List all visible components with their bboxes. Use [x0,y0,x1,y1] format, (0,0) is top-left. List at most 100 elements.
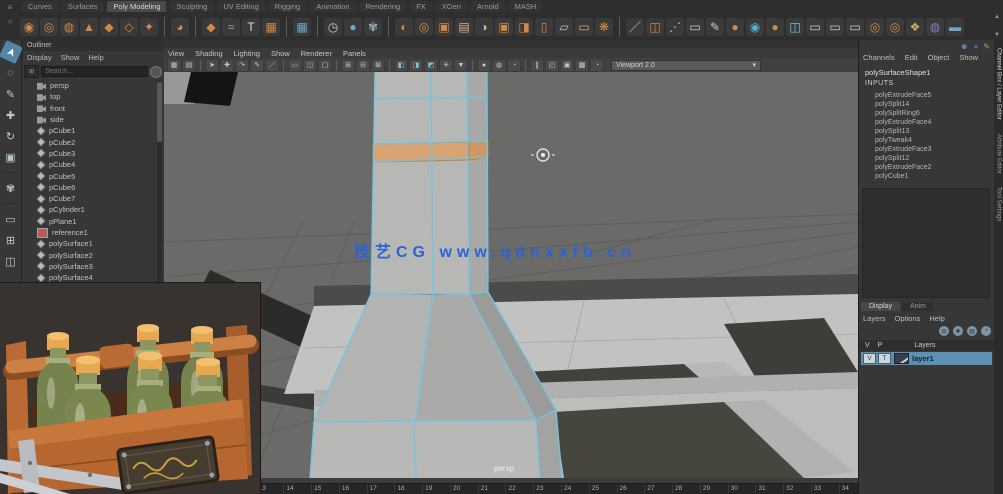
grid-toggle-icon[interactable]: ▦ [167,59,181,72]
shelf-tab-surfaces[interactable]: Surfaces [62,1,104,12]
outliner-menu-show[interactable]: Show [61,53,80,62]
shelf-cube-icon[interactable]: ▣ [435,18,453,36]
side-tab-attribute-editor[interactable]: Attribute Editor [996,134,1002,174]
history-node-polyextrudeface3[interactable]: polyExtrudeFace3 [859,145,987,154]
bookmark-icon[interactable]: ◫ [303,59,317,72]
outliner-item-polysurface1[interactable]: polySurface1 [24,238,155,249]
shelf-pencil-box-icon[interactable]: ✎ [706,18,724,36]
pane-layout-icon[interactable]: ⊠ [371,59,385,72]
lights-icon[interactable]: ☀ [439,59,453,72]
outliner-item-pcylinder1[interactable]: pCylinder1 [24,204,155,215]
shelf-character-icon[interactable]: ✾ [364,18,382,36]
shelf-teal-ring-icon[interactable]: ◉ [746,18,764,36]
rotate-tool[interactable]: ↻ [2,127,20,145]
viewport-menu-show[interactable]: Show [271,49,290,58]
menu-collapse-icon[interactable]: ≡○ [2,3,18,37]
outliner-item-polysurface2[interactable]: polySurface2 [24,249,155,260]
shelf-panel2-icon[interactable]: ▭ [826,18,844,36]
history-node-polysplit14[interactable]: polySplit14 [859,100,987,109]
shelf-plane-icon[interactable]: ◇ [120,18,138,36]
outliner-item-pcube7[interactable]: pCube7 [24,193,155,204]
shelf-flower-icon[interactable]: ❋ [595,18,613,36]
shelf-scroll[interactable]: ▲ ▼ [992,14,1002,38]
film-gate-icon[interactable]: ▤ [182,59,196,72]
exposure-icon[interactable]: ◔ [507,59,521,72]
outliner-item-polysurface4[interactable]: polySurface4 [24,272,155,283]
history-node-polyextrudeface2[interactable]: polyExtrudeFace2 [859,163,987,172]
scene-3d[interactable]: 技艺CG www.qdnxxfb.cn persp [164,72,858,478]
outliner-title[interactable]: Outliner [22,40,169,51]
frame-tick-21[interactable]: 21 [478,484,488,493]
shelf-measure-icon[interactable]: ◷ [324,18,342,36]
ao-icon[interactable]: ▣ [560,59,574,72]
wireframe-icon[interactable]: ◧ [394,59,408,72]
history-node-polysplit13[interactable]: polySplit13 [859,127,987,136]
history-node-polycube1[interactable]: polyCube1 [859,172,987,181]
layout-two[interactable]: ◫ [2,252,20,270]
outliner-item-persp[interactable]: persp [24,80,155,91]
frame-tick-33[interactable]: 33 [811,484,821,493]
frame-tick-24[interactable]: 24 [561,484,571,493]
layer-options-button[interactable]: ◔ [981,326,991,336]
layer-menu-layers[interactable]: Layers [863,314,886,323]
paint-select-tool[interactable]: ✎ [2,85,20,103]
shelf-type-text-icon[interactable]: T [242,18,260,36]
shelf-platonic-icon[interactable]: ✦ [140,18,158,36]
outliner-item-pplane1[interactable]: pPlane1 [24,216,155,227]
frame-tick-14[interactable]: 14 [283,484,293,493]
shelf-orange-ball2-icon[interactable]: ● [766,18,784,36]
scroll-down-icon[interactable]: ▼ [994,32,1000,38]
snap-grid-icon[interactable]: ✚ [220,59,234,72]
aa-icon[interactable]: ▩ [575,59,589,72]
renderer-sphere-icon[interactable]: ◔ [590,59,604,72]
outliner-search-input[interactable] [41,66,148,77]
channel-box-menu-channels[interactable]: Channels [863,53,895,62]
single-pane-icon[interactable]: ⊞ [341,59,355,72]
outliner-item-reference1[interactable]: reference1 [24,227,155,238]
shelf-gem-icon[interactable]: ❖ [906,18,924,36]
shelf-polycube-icon[interactable]: ◍ [60,18,78,36]
shelf-paint-icon[interactable]: ● [344,18,362,36]
shelf-ring-icon[interactable]: ◎ [415,18,433,36]
shelf-window-icon[interactable]: ▬ [946,18,964,36]
history-node-polysplitring6[interactable]: polySplitRing6 [859,109,987,118]
shelf-tab-mash[interactable]: MASH [509,1,543,12]
shelf-cone-icon[interactable]: ▲ [80,18,98,36]
viewport-menu-view[interactable]: View [168,49,184,58]
scale-tool[interactable]: ▣ [2,148,20,166]
outliner-item-side[interactable]: side [24,114,155,125]
scroll-up-icon[interactable]: ▲ [994,14,1000,20]
channel-box-object-name[interactable]: polySurfaceShape1 [865,68,930,77]
outliner-item-pcube6[interactable]: pCube6 [24,182,155,193]
frame-tick-19[interactable]: 19 [422,484,432,493]
snap-plane-icon[interactable]: ／ [265,59,279,72]
layer-tab-display[interactable]: Display [861,302,900,311]
four-pane-icon[interactable]: ⊟ [356,59,370,72]
shelf-split-icon[interactable]: ◫ [786,18,804,36]
shelf-donut2-icon[interactable]: ◎ [886,18,904,36]
shelf-quad-draw-icon[interactable]: ◆ [202,18,220,36]
select-mode-icon[interactable]: ➤ [205,59,219,72]
textured-icon[interactable]: ◩ [424,59,438,72]
shelf-book-icon[interactable]: ◫ [646,18,664,36]
shelf-page-icon[interactable]: ▯ [535,18,553,36]
shelf-screen-icon[interactable]: ▭ [686,18,704,36]
viewport-menu-panels[interactable]: Panels [343,49,366,58]
layer-menu-help[interactable]: Help [929,314,944,323]
shelf-tab-arnold[interactable]: Arnold [471,1,505,12]
manip-icon[interactable]: ◰ [545,59,559,72]
snap-point-icon[interactable]: ✎ [250,59,264,72]
renderer-dropdown[interactable]: Viewport 2.0 ▾ [611,60,761,71]
shelf-frame-icon[interactable]: ▭ [575,18,593,36]
search-options-icon[interactable] [150,66,162,78]
shelf-curves-icon[interactable]: ≈ [222,18,240,36]
shelf-tab-poly-modeling[interactable]: Poly Modeling [107,1,166,12]
frame-tick-34[interactable]: 34 [839,484,849,493]
frame-tick-30[interactable]: 30 [728,484,738,493]
shelf-tab-fx[interactable]: FX [410,1,432,12]
shelf-quad-icon[interactable]: ▱ [555,18,573,36]
shelf-torus-icon[interactable]: ◎ [40,18,58,36]
history-node-polytweak4[interactable]: polyTweak4 [859,136,987,145]
history-node-polyextrudeface5[interactable]: polyExtrudeFace5 [859,91,987,100]
side-tab-tool-settings[interactable]: Tool Settings [996,187,1002,221]
